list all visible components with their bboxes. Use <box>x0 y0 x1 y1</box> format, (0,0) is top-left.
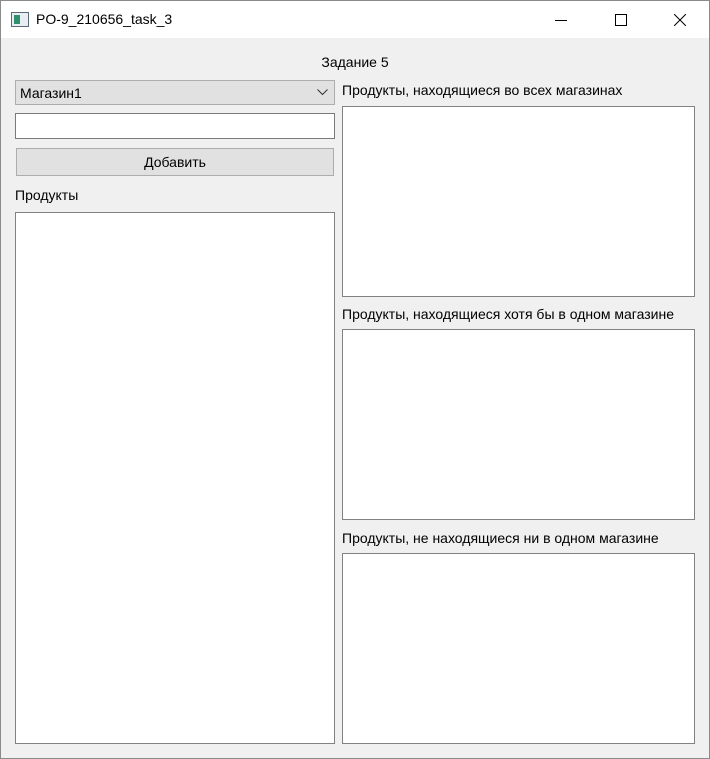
in-all-stores-listbox[interactable] <box>342 106 695 297</box>
store-combobox-value: Магазин1 <box>20 85 82 101</box>
chevron-down-icon <box>317 89 328 96</box>
in-no-store-listbox[interactable] <box>342 553 695 744</box>
product-input[interactable] <box>15 113 335 139</box>
in-any-store-label: Продукты, находящиеся хотя бы в одном ма… <box>342 306 674 322</box>
window-title: PO-9_210656_task_3 <box>36 11 173 27</box>
title-bar[interactable]: PO-9_210656_task_3 <box>1 1 709 38</box>
store-combobox[interactable]: Магазин1 <box>15 80 335 105</box>
close-icon <box>674 14 686 26</box>
maximize-icon <box>615 14 627 26</box>
products-label: Продукты <box>15 187 79 203</box>
in-no-store-label: Продукты, не находящиеся ни в одном мага… <box>342 530 659 546</box>
task-heading: Задание 5 <box>321 54 389 70</box>
minimize-icon <box>555 20 567 21</box>
maximize-button[interactable] <box>592 2 650 38</box>
in-all-stores-label: Продукты, находящиеся во всех магазинах <box>342 82 623 98</box>
add-button[interactable]: Добавить <box>16 148 334 176</box>
in-any-store-listbox[interactable] <box>342 329 695 520</box>
minimize-button[interactable] <box>532 2 590 38</box>
products-listbox[interactable] <box>15 212 335 744</box>
close-button[interactable] <box>651 2 709 38</box>
app-window-icon <box>11 12 29 27</box>
